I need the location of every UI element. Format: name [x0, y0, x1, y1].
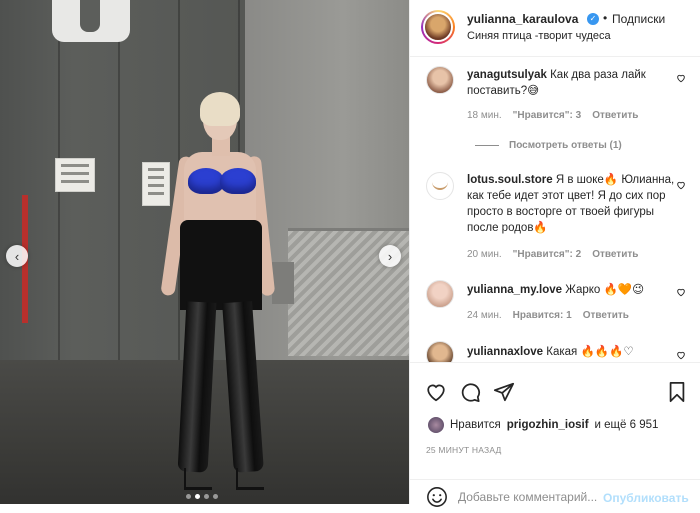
comment-likes[interactable]: "Нравится": 2 [513, 249, 582, 260]
separator-dot: • [603, 11, 608, 25]
like-comment-heart-icon[interactable] [676, 287, 686, 297]
like-comment-heart-icon[interactable] [676, 73, 686, 83]
reply-button[interactable]: Ответить [592, 110, 638, 121]
verified-badge-icon: ✓ [587, 13, 599, 25]
likes-summary: Нравится prigozhin_iosif и ещё 6 951 [428, 417, 658, 433]
add-comment-input[interactable] [458, 486, 608, 508]
post-header: yulianna_karaulova ✓ • Подписки Синяя пт… [410, 0, 700, 57]
carousel-dot [213, 494, 218, 499]
comment-time: 24 мин. [467, 310, 502, 321]
carousel-dot [186, 494, 191, 499]
author-username[interactable]: yulianna_karaulova [467, 12, 578, 26]
comment-text: lotus.soul.store Я в шоке🔥 Юлианна, как … [467, 172, 677, 236]
post-photo[interactable]: ‹ › [0, 0, 409, 504]
chevron-left-icon: ‹ [14, 248, 20, 264]
carousel-dots [186, 494, 218, 499]
comment-username[interactable]: lotus.soul.store [467, 174, 553, 186]
chevron-right-icon: › [387, 248, 393, 264]
comment-text: yanagutsulyak Как два раза лайк поставит… [467, 67, 677, 99]
comment-likes[interactable]: "Нравится": 3 [513, 110, 582, 121]
view-replies-line [475, 145, 499, 146]
view-replies-button[interactable]: Посмотреть ответы (1) [475, 140, 622, 151]
publish-button[interactable]: Опубликовать [603, 491, 689, 505]
previous-photo-button[interactable]: ‹ [6, 245, 28, 267]
liker-username[interactable]: prigozhin_iosif [507, 419, 589, 431]
comment-username[interactable]: yuliannaxlove [467, 346, 543, 358]
comment-bubble-icon[interactable] [459, 381, 481, 403]
save-bookmark-icon[interactable] [666, 381, 688, 403]
commenter-avatar[interactable] [426, 280, 454, 308]
carousel-dot-active [195, 494, 200, 499]
like-heart-icon[interactable] [425, 381, 447, 403]
comment-time: 18 мин. [467, 110, 502, 121]
comment-meta: 24 мин. Нравится: 1 Ответить [467, 310, 629, 321]
comment-username[interactable]: yanagutsulyak [467, 69, 547, 81]
post-actions: Нравится prigozhin_iosif и ещё 6 951 25 … [410, 362, 700, 512]
comment-text: yuliannaxlove Какая 🔥🔥🔥♡ [467, 344, 677, 360]
share-send-icon[interactable] [493, 381, 515, 403]
comment-body: Жарко 🔥🧡😉 [565, 284, 645, 296]
add-comment-row: Опубликовать [410, 479, 700, 513]
comment-meta: 18 мин. "Нравится": 3 Ответить [467, 110, 638, 121]
photo-notice [55, 158, 95, 192]
emoji-icon[interactable] [426, 486, 448, 508]
comment-meta: 20 мин. "Нравится": 2 Ответить [467, 249, 638, 260]
likes-count[interactable]: и ещё 6 951 [595, 419, 659, 431]
following-button[interactable]: Подписки [612, 12, 665, 26]
view-replies-label: Посмотреть ответы (1) [509, 140, 622, 151]
instagram-post-modal: ‹ › yulianna_karaulova ✓ • Подписки Синя… [0, 0, 700, 508]
comment-body: Какая 🔥🔥🔥♡ [546, 346, 634, 358]
liker-avatar[interactable] [428, 417, 444, 433]
post-timestamp[interactable]: 25 МИНУТ НАЗАД [426, 445, 501, 455]
carousel-dot [204, 494, 209, 499]
comments-list[interactable]: yanagutsulyak Как два раза лайк поставит… [410, 58, 700, 362]
likes-prefix: Нравится [450, 419, 501, 431]
like-comment-heart-icon[interactable] [676, 350, 686, 360]
next-photo-button[interactable]: › [379, 245, 401, 267]
author-avatar[interactable] [421, 10, 455, 44]
reply-button[interactable]: Ответить [592, 249, 638, 260]
post-details-panel: yulianna_karaulova ✓ • Подписки Синяя пт… [409, 0, 700, 508]
photo-person [150, 92, 280, 504]
post-location[interactable]: Синяя птица -творит чудеса [467, 30, 611, 42]
commenter-avatar[interactable] [426, 341, 454, 362]
comment-time: 20 мин. [467, 249, 502, 260]
comment-text: yulianna_my.love Жарко 🔥🧡😉 [467, 282, 677, 298]
like-comment-heart-icon[interactable] [676, 180, 686, 190]
commenter-avatar[interactable] [426, 66, 454, 94]
comment-username[interactable]: yulianna_my.love [467, 284, 562, 296]
reply-button[interactable]: Ответить [583, 310, 629, 321]
photo-sign [52, 0, 130, 42]
commenter-avatar[interactable] [426, 172, 454, 200]
comment-likes[interactable]: Нравится: 1 [513, 310, 572, 321]
